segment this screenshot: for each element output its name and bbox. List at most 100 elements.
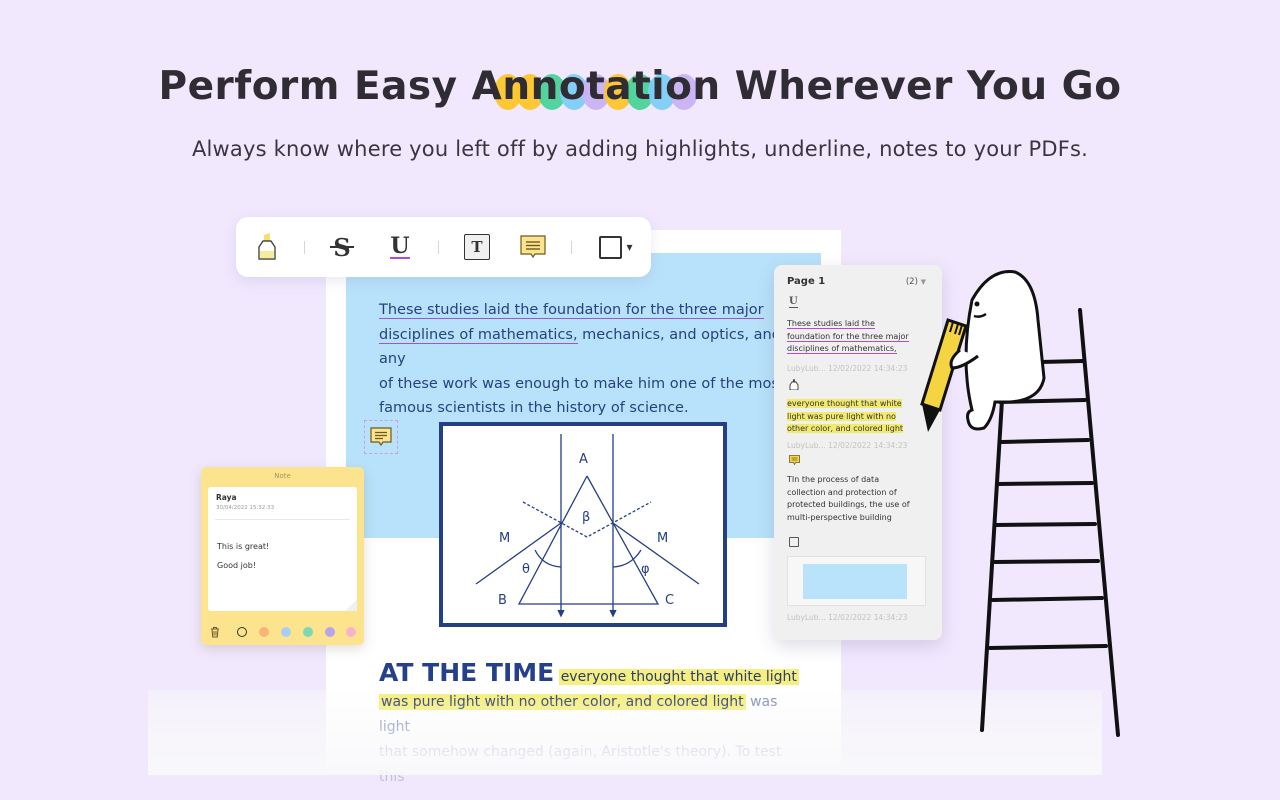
shape-preview <box>803 564 907 599</box>
rectangle-icon <box>789 537 799 547</box>
shape-tool-button[interactable]: ▾ <box>593 231 639 263</box>
annotation-text: collection and protection of <box>787 487 897 497</box>
annotation-text: protected buildings, the use of <box>787 500 910 509</box>
sticky-note-icon <box>789 455 800 466</box>
sticky-note-title: Note <box>274 472 291 480</box>
ladder-rung <box>994 522 1097 527</box>
toolbar-divider <box>304 241 305 254</box>
annotation-text: other color, and colored light <box>787 424 904 433</box>
text-box-icon: T <box>464 234 490 260</box>
hero-title-end: Wherever You Go <box>720 64 1122 109</box>
annotation-text: everyone thought that white <box>787 399 902 408</box>
color-option-green[interactable] <box>303 627 313 637</box>
hero-title-highlight-word: Annotation <box>471 64 721 110</box>
label-theta: θ <box>522 562 530 577</box>
sticky-note-icon <box>520 235 546 259</box>
ladder-character-illustration <box>920 270 1120 737</box>
highlighter-icon <box>258 233 276 260</box>
toolbar-divider <box>438 241 439 254</box>
page-curl-decoration <box>345 599 357 611</box>
text-box-glyph: T <box>471 238 483 256</box>
color-option-none[interactable] <box>237 627 247 637</box>
strikethrough-tool-button[interactable]: S <box>326 231 358 263</box>
ladder-rung <box>1038 359 1085 364</box>
label-m-right: M <box>657 531 668 546</box>
ladder-rung <box>996 481 1094 486</box>
character-eye <box>974 301 980 307</box>
highlighted-text[interactable]: was pure light with no other color, and … <box>379 694 746 710</box>
hero-title-highlight-text: Annotation <box>471 64 721 109</box>
section-text: that somehow changed (again, Aristotle's… <box>379 744 782 785</box>
chevron-down-icon[interactable]: ▾ <box>626 240 632 254</box>
annotation-meta: LubyLub... 12/02/2022 14:34:23 <box>787 364 908 373</box>
underline-icon: U <box>789 296 798 308</box>
character-body <box>964 270 1046 431</box>
underlined-text[interactable]: disciplines of mathematics, <box>379 326 578 344</box>
highlighted-text[interactable]: everyone thought that white light <box>558 669 799 685</box>
color-option-purple[interactable] <box>325 627 335 637</box>
label-phi: φ <box>641 562 650 577</box>
sticky-note-tools <box>201 625 364 639</box>
panel-page-label: Page 1 <box>787 276 826 287</box>
rectangle-icon <box>599 235 623 259</box>
label-c: C <box>665 593 674 608</box>
note-line: Good job! <box>217 561 257 570</box>
underline-tool-button[interactable]: U <box>384 231 416 263</box>
paragraph-text: of these work was enough to make him one… <box>379 375 785 392</box>
underline-icon: U <box>390 233 410 259</box>
sticky-note-card[interactable]: Raya 30/04/2022 15:32:33 This is great! … <box>208 487 357 611</box>
note-line: This is great! <box>217 542 270 551</box>
trash-icon[interactable] <box>210 626 220 638</box>
hero-title: Perform Easy Annotation Wherever You Go <box>0 64 1280 110</box>
hero-subtitle: Always know where you left off by adding… <box>191 137 1089 161</box>
ladder-rail-left <box>980 398 1004 732</box>
label-m-left: M <box>499 531 510 546</box>
toolbar-divider <box>571 241 572 254</box>
color-option-blue[interactable] <box>281 627 291 637</box>
strikethrough-icon: S <box>330 233 354 262</box>
note-body[interactable]: This is great! Good job! <box>217 537 269 575</box>
paragraph-text: famous scientists in the history of scie… <box>379 400 689 416</box>
label-b: B <box>498 593 507 608</box>
prism-diagram: A B C M M β θ φ <box>439 422 727 627</box>
ladder-rung <box>988 644 1108 650</box>
refracted-ray-right <box>612 522 700 585</box>
annotation-text: light was pure light with no <box>787 411 896 421</box>
annotation-text: foundation for the three major <box>787 331 909 342</box>
ladder-rung <box>991 596 1104 602</box>
label-a: A <box>579 452 588 467</box>
sticky-note-popup: Note Raya 30/04/2022 15:32:33 This is gr… <box>201 467 364 645</box>
highlighter-icon <box>789 379 799 390</box>
annotation-text: disciplines of mathematics, <box>787 344 897 354</box>
hero-title-start: Perform Easy <box>158 64 472 109</box>
refracted-ray-left <box>475 522 562 585</box>
annotation-text: TIn the process of data <box>787 475 880 484</box>
arrow-head <box>609 609 617 618</box>
sticky-note-icon <box>370 427 392 447</box>
highlight-tool-button[interactable] <box>251 231 283 263</box>
ladder-rung <box>993 559 1100 564</box>
color-option-orange[interactable] <box>259 627 269 637</box>
text-box-tool-button[interactable]: T <box>461 231 493 263</box>
annotation-meta: LubyLub... 12/02/2022 14:34:23 <box>787 613 908 622</box>
pencil-icon <box>920 318 968 432</box>
color-option-pink[interactable] <box>346 627 356 637</box>
annotation-toolbar: S U T ▾ <box>236 217 651 277</box>
note-divider <box>215 519 350 520</box>
section-at-the-time: AT THE TIME everyone thought that white … <box>379 660 809 790</box>
sticky-note-tool-button[interactable] <box>517 231 549 263</box>
annotation-text: These studies laid the <box>787 319 875 329</box>
underline-glyph: U <box>390 233 410 259</box>
pdf-paragraph[interactable]: These studies laid the foundation for th… <box>379 298 799 421</box>
label-beta: β <box>582 510 590 525</box>
annotation-text: multi-perspective building <box>787 512 892 522</box>
angle-arc-theta <box>534 549 562 568</box>
underlined-text[interactable]: These studies laid the foundation for th… <box>379 302 764 319</box>
ladder-rung <box>1000 438 1090 444</box>
section-heading: AT THE TIME <box>379 658 555 687</box>
note-annotation-marker[interactable] <box>364 420 398 454</box>
note-date: 30/04/2022 15:32:33 <box>216 505 275 511</box>
arrow-head <box>557 609 565 618</box>
annotation-meta: LubyLub... 12/02/2022 14:34:23 <box>787 441 908 450</box>
note-author: Raya <box>216 493 237 502</box>
